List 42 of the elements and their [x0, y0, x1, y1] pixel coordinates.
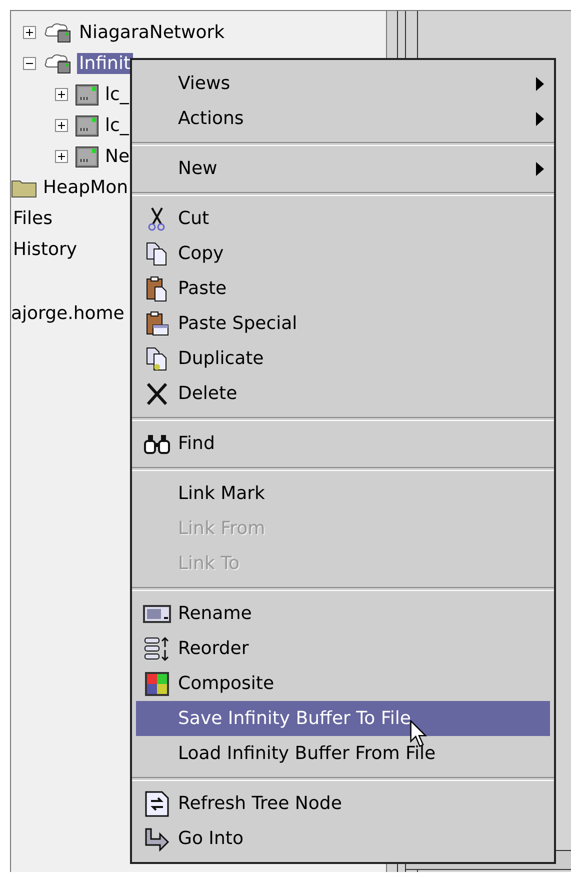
- menu-item[interactable]: Paste: [136, 271, 550, 306]
- network-icon: [43, 52, 73, 74]
- tree-item[interactable]: HeapMon: [41, 177, 130, 198]
- menu-item[interactable]: Link Mark: [136, 476, 550, 511]
- menu-item[interactable]: Go Into: [136, 821, 550, 856]
- folder-icon: [11, 178, 37, 198]
- tree-item[interactable]: NiagaraNetwork: [77, 22, 227, 43]
- host-label[interactable]: ajorge.home: [11, 303, 124, 324]
- menu-item[interactable]: Save Infinity Buffer To File: [136, 701, 550, 736]
- menu-item[interactable]: Paste Special: [136, 306, 550, 341]
- tree-item[interactable]: lc_: [103, 84, 131, 105]
- expander-icon[interactable]: [55, 150, 68, 163]
- menu-item[interactable]: Delete: [136, 376, 550, 411]
- menu-item[interactable]: Load Infinity Buffer From File: [136, 736, 550, 771]
- puzzle-icon: [143, 670, 171, 696]
- tree-item[interactable]: Files: [11, 208, 54, 229]
- menu-item[interactable]: Find: [136, 426, 550, 461]
- reorder-icon: [143, 636, 171, 662]
- tree-item[interactable]: History: [11, 239, 80, 260]
- menu-item[interactable]: Cut: [136, 201, 550, 236]
- network-icon: [43, 22, 73, 44]
- menu-item[interactable]: Actions: [136, 101, 550, 136]
- menu-item[interactable]: Copy: [136, 236, 550, 271]
- menu-item[interactable]: Composite: [136, 666, 550, 701]
- device-icon: [75, 114, 99, 136]
- menu-item[interactable]: Views: [136, 66, 550, 101]
- expander-icon[interactable]: [55, 119, 68, 132]
- tree-item[interactable]: Infinit: [77, 53, 133, 74]
- expander-icon[interactable]: [23, 57, 36, 70]
- tree-item[interactable]: lc_: [103, 115, 131, 136]
- menu-item[interactable]: Refresh Tree Node: [136, 786, 550, 821]
- expander-icon[interactable]: [23, 26, 36, 39]
- menu-item[interactable]: New: [136, 151, 550, 186]
- menu-item[interactable]: Duplicate: [136, 341, 550, 376]
- menu-item[interactable]: Rename: [136, 596, 550, 631]
- tree-item[interactable]: Ne: [103, 146, 132, 167]
- expander-icon[interactable]: [55, 88, 68, 101]
- device-icon: [75, 84, 99, 106]
- go-into-icon: [143, 826, 171, 852]
- device-icon: [75, 146, 99, 168]
- menu-item[interactable]: Reorder: [136, 631, 550, 666]
- refresh-icon: [143, 790, 171, 816]
